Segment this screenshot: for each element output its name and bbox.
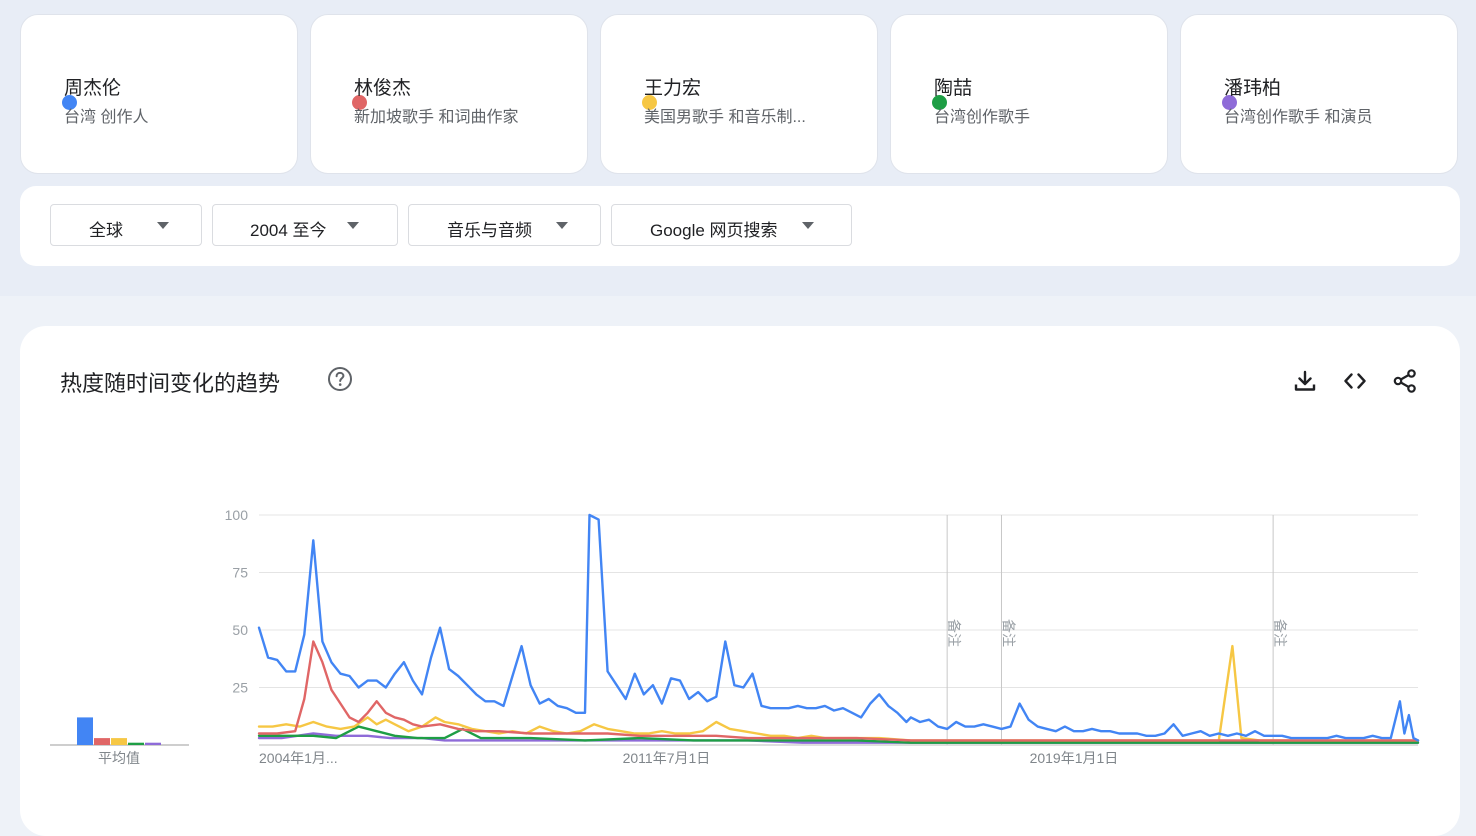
term-description: 台湾创作歌手 和演员 — [1224, 109, 1373, 126]
y-tick-label: 50 — [232, 622, 248, 638]
term-description: 台湾 创作人 — [64, 109, 149, 126]
interest-over-time-panel: 100 75 50 25 2004年1月... 2011年7月1日 2019年1月1日 备注 备… — [20, 326, 1460, 836]
term-card-4[interactable]: 陶喆 台湾创作歌手 — [890, 14, 1168, 174]
term-card-5[interactable]: 潘玮柏 台湾创作歌手 和演员 — [1180, 14, 1458, 174]
average-bar — [77, 717, 93, 745]
region-dropdown[interactable]: 全球 — [50, 204, 202, 246]
average-bar — [111, 738, 127, 745]
term-name: 周杰伦 — [64, 78, 122, 99]
note-label: 备注 — [946, 619, 962, 647]
term-name: 潘玮柏 — [1224, 78, 1282, 99]
note-label: 备注 — [1000, 619, 1016, 647]
y-tick-label: 25 — [232, 680, 248, 696]
term-description: 新加坡歌手 和词曲作家 — [354, 109, 519, 126]
share-icon[interactable] — [1391, 367, 1419, 395]
search-type-dropdown[interactable]: Google 网页搜索 — [611, 204, 852, 246]
time-range-value: 2004 至今 — [250, 221, 327, 240]
category-value: 音乐与音频 — [447, 221, 532, 240]
term-card-2[interactable]: 林俊杰 新加坡歌手 和词曲作家 — [310, 14, 588, 174]
x-tick-label: 2011年7月1日 — [623, 750, 711, 766]
download-icon[interactable] — [1291, 367, 1319, 395]
average-bar — [94, 738, 110, 745]
y-tick-label: 100 — [225, 507, 249, 523]
trend-chart: 100 75 50 25 2004年1月... 2011年7月1日 2019年1月1日 备注 备… — [50, 507, 1420, 766]
x-tick-label: 2004年1月... — [259, 750, 338, 766]
code-icon[interactable] — [1341, 367, 1369, 395]
term-name: 王力宏 — [644, 78, 702, 99]
term-card-3[interactable]: 王力宏 美国男歌手 和音乐制... — [600, 14, 878, 174]
series-line — [257, 513, 1420, 742]
chevron-down-icon — [802, 222, 814, 229]
y-tick-label: 75 — [232, 565, 248, 581]
term-name: 陶喆 — [934, 78, 973, 99]
term-card-1[interactable]: 周杰伦 台湾 创作人 — [20, 14, 298, 174]
term-name: 林俊杰 — [354, 78, 412, 99]
time-range-dropdown[interactable]: 2004 至今 — [212, 204, 398, 246]
term-description: 台湾创作歌手 — [934, 109, 1031, 126]
term-description: 美国男歌手 和音乐制... — [644, 109, 806, 126]
x-tick-label: 2019年1月1日 — [1030, 750, 1119, 766]
chevron-down-icon — [157, 222, 169, 229]
average-bar — [128, 742, 144, 745]
filter-bar: 全球 2004 至今 音乐与音频 Google 网页搜索 — [20, 186, 1460, 266]
help-circle-icon[interactable] — [327, 366, 353, 392]
region-value: 全球 — [89, 221, 123, 240]
search-type-value: Google 网页搜索 — [650, 221, 778, 240]
note-label: 备注 — [1272, 619, 1288, 647]
series-line — [257, 640, 1420, 742]
category-dropdown[interactable]: 音乐与音频 — [408, 204, 601, 246]
chevron-down-icon — [347, 222, 359, 229]
chevron-down-icon — [556, 222, 568, 229]
average-bar — [145, 742, 161, 745]
panel-title: 热度随时间变化的趋势 — [60, 371, 281, 396]
average-label: 平均值 — [98, 750, 140, 766]
